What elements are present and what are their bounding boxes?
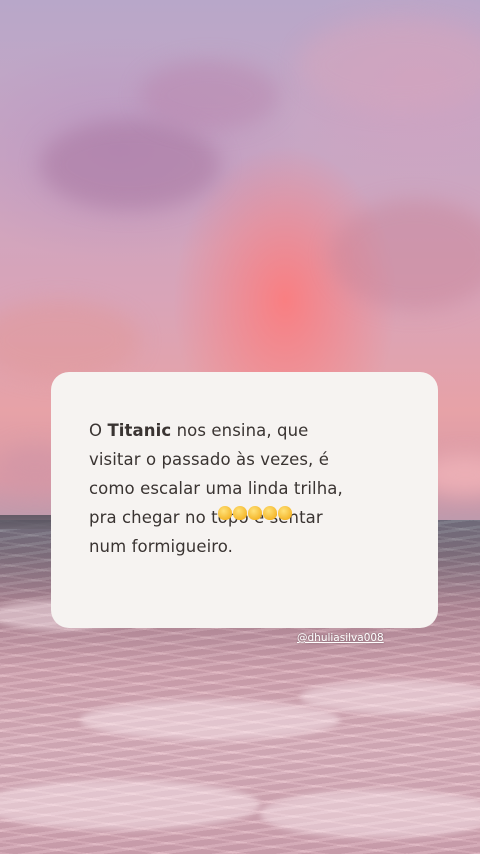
cloud [140,60,280,130]
wave-foam [80,700,340,740]
quote-prefix: O [89,421,108,440]
clapping-hands-icon [263,505,277,520]
clapping-emoji-row [218,503,298,521]
creator-handle[interactable]: @dhuliasilva008 [297,632,384,644]
clapping-hands-icon [233,505,247,520]
quote-line5: num formigueiro. [89,537,234,556]
quote-line1-rest: nos ensina, que [171,421,309,440]
clapping-hands-icon [278,505,292,520]
clapping-hands-icon [218,505,232,520]
quote-line2: visitar o passado às vezes, é [89,450,329,469]
clapping-hands-icon [248,505,262,520]
quote-card: O Titanic nos ensina, que visitar o passa… [51,372,438,628]
cloud [40,120,220,210]
quote-text: O Titanic nos ensina, que visitar o passa… [89,416,408,561]
quote-line3: como escalar uma linda trilha, [89,479,343,498]
quote-highlight: Titanic [107,421,172,440]
